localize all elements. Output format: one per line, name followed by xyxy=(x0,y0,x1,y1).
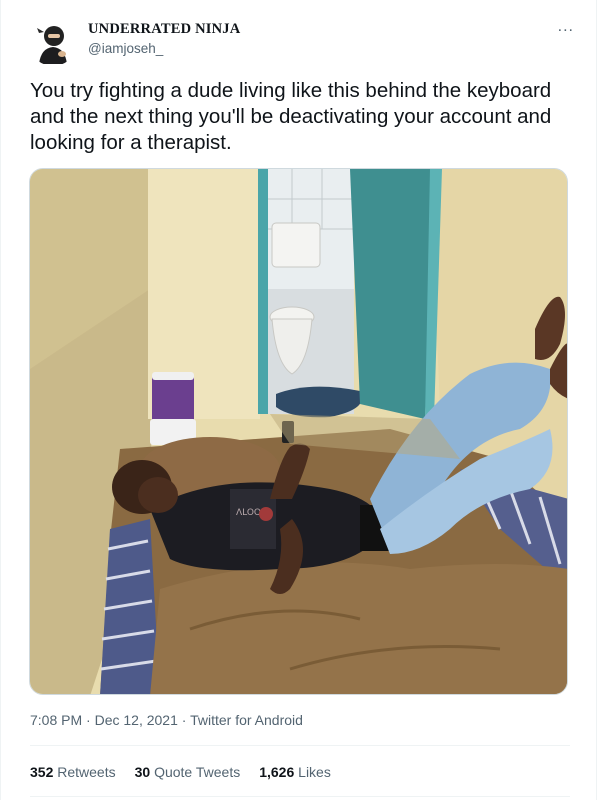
retweets-stat[interactable]: 352 Retweets xyxy=(30,764,116,780)
avatar[interactable] xyxy=(29,18,77,66)
tweet-text: You try fighting a dude living like this… xyxy=(30,79,552,154)
likes-count: 1,626 xyxy=(259,764,295,780)
likes-label: Likes xyxy=(298,764,331,780)
divider-bottom xyxy=(30,796,570,797)
more-options-icon[interactable]: ... xyxy=(558,18,574,36)
quote-tweets-stat[interactable]: 30 Quote Tweets xyxy=(135,764,241,780)
retweets-count: 352 xyxy=(30,764,54,780)
likes-stat[interactable]: 1,626 Likes xyxy=(259,764,331,780)
tweet-photo[interactable]: ΛLOOG xyxy=(29,168,568,695)
meta-separator: · xyxy=(181,712,187,728)
tweet-header: UNDERRATED NINJA @iamjoseh_ ... xyxy=(1,0,596,70)
tweet-photo-image: ΛLOOG xyxy=(30,169,567,694)
quote-tweets-count: 30 xyxy=(134,764,151,780)
tweet-date[interactable]: Dec 12, 2021 xyxy=(95,712,178,728)
meta-separator: · xyxy=(86,712,91,728)
author-display-name[interactable]: UNDERRATED NINJA xyxy=(88,21,240,38)
author-handle[interactable]: @iamjoseh_ xyxy=(88,41,163,56)
quote-tweets-label: Quote Tweets xyxy=(154,764,241,780)
tweet-meta: 7:08 PM · Dec 12, 2021 · Twitter for And… xyxy=(30,712,303,728)
retweets-label: Retweets xyxy=(57,764,116,780)
tweet-time[interactable]: 7:08 PM xyxy=(30,712,82,728)
tweet-card: UNDERRATED NINJA @iamjoseh_ ... You try … xyxy=(0,0,597,800)
divider-top xyxy=(30,745,570,746)
ninja-avatar-icon xyxy=(29,18,77,66)
tweet-source[interactable]: Twitter for Android xyxy=(190,712,303,728)
tweet-stats: 352 Retweets 30 Quote Tweets 1,626 Likes xyxy=(30,764,331,780)
